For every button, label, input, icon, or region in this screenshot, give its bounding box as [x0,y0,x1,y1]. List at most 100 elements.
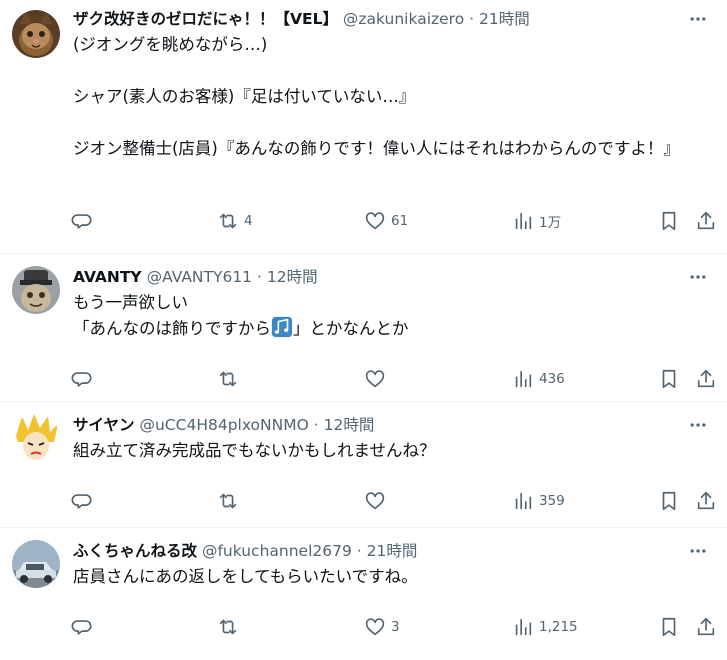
views-button[interactable]: 359 [512,489,565,513]
retweet-button[interactable] [217,367,239,391]
share-button[interactable] [695,615,717,639]
tweet-text: 店員さんにあの返しをしてもらいたいですね。 [73,567,418,586]
view-count: 359 [539,493,565,509]
reply-button[interactable] [71,615,93,639]
view-count: 1万 [539,215,562,231]
tweet-1[interactable]: ザク改好きのゼロだにゃ！！【VEL】 @zakunikaizero · 21時間… [0,0,727,254]
like-button[interactable] [364,367,386,391]
reply-button[interactable] [71,367,93,391]
tweet-text: もう一声欲しい 「あんなのは飾りですから 」とかなんとか [73,290,717,342]
reply-icon [71,214,92,229]
user-handle[interactable]: @uCC4H84plxoNNMO [139,416,308,434]
analytics-icon [515,618,532,636]
separator: · [356,542,362,560]
reply-icon [71,620,92,635]
bookmark-button[interactable] [658,367,680,391]
reply-icon [71,372,92,387]
bookmark-button[interactable] [658,489,680,513]
view-count: 436 [539,371,565,387]
view-count: 1,215 [539,619,578,635]
display-name[interactable]: AVANTY [73,268,142,286]
tweet-text: 組み立て済み完成品でもないかもしれませんね？ [73,441,436,460]
share-button[interactable] [695,209,717,233]
tweet-header: AVANTY @AVANTY611 · 12時間 [73,266,717,288]
bookmark-icon [662,211,676,231]
bookmark-button[interactable] [658,209,680,233]
cat-avatar-icon [12,10,60,58]
tweet-text: (ジオングを眺めながら…) シャア(素人のお客様)『足は付いていない…』 ジオン… [73,35,680,158]
separator: · [469,10,475,28]
bookmark-button[interactable] [658,615,680,639]
retweet-icon [219,619,237,635]
reply-icon [71,494,92,509]
like-button[interactable]: 61 [364,209,408,233]
heart-icon [365,492,385,510]
more-options-button[interactable] [685,540,711,562]
like-count: 61 [391,213,409,229]
bookmark-icon [662,491,676,511]
robot-avatar-icon [12,266,60,314]
more-icon [690,275,706,279]
tweet-text-segment: 」とかなんとか [293,319,409,338]
share-icon [697,617,715,636]
share-button[interactable] [695,367,717,391]
retweet-button[interactable]: 4 [217,209,253,233]
display-name[interactable]: サイヤン [73,416,135,434]
avatar[interactable] [12,540,60,588]
tweet-text-segment: 「あんなのは飾りですから [73,319,271,338]
views-button[interactable]: 1,215 [512,615,578,639]
musical-notes-icon [271,316,293,338]
tweet-actions: 3 1,215 [71,615,721,639]
bookmark-icon [662,369,676,389]
retweet-button[interactable] [217,615,239,639]
car-avatar-icon [12,540,60,588]
timestamp[interactable]: 21時間 [479,10,530,28]
retweet-count: 4 [244,213,253,229]
tweet-3[interactable]: サイヤン @uCC4H84plxoNNMO · 12時間 組み立て済み完成品でも… [0,402,727,528]
more-icon [690,423,706,427]
like-button[interactable]: 3 [364,615,400,639]
tweet-text-line: 「あんなのは飾りですから 」とかなんとか [73,316,717,342]
display-name[interactable]: ザク改好きのゼロだにゃ！！【VEL】 [73,10,338,28]
user-handle[interactable]: @zakunikaizero [343,10,464,28]
display-name[interactable]: ふくちゃんねる改 [73,542,197,560]
views-button[interactable]: 436 [512,367,565,391]
avatar[interactable] [12,266,60,314]
user-handle[interactable]: @AVANTY611 [147,268,252,286]
bookmark-icon [662,617,676,637]
tweet-actions: 359 [71,489,721,513]
retweet-icon [219,213,237,229]
tweet-2[interactable]: AVANTY @AVANTY611 · 12時間 もう一声欲しい 「あんなのは飾… [0,254,727,402]
anime-avatar-icon [12,414,60,462]
heart-icon [365,618,385,636]
avatar[interactable] [12,10,60,58]
avatar[interactable] [12,414,60,462]
separator: · [313,416,319,434]
like-button[interactable] [364,489,386,513]
tweet-header: サイヤン @uCC4H84plxoNNMO · 12時間 [73,414,717,436]
more-options-button[interactable] [685,8,711,30]
reply-button[interactable] [71,489,93,513]
heart-icon [365,370,385,388]
share-icon [697,211,715,230]
more-icon [690,17,706,21]
reply-button[interactable] [71,209,93,233]
like-count: 3 [391,619,400,635]
more-options-button[interactable] [685,414,711,436]
timestamp[interactable]: 12時間 [267,268,318,286]
more-options-button[interactable] [685,266,711,288]
tweet-4[interactable]: ふくちゃんねる改 @fukuchannel2679 · 21時間 店員さんにあの… [0,528,727,660]
views-button[interactable]: 1万 [512,209,561,233]
tweet-actions: 4 61 1万 [71,209,721,233]
share-button[interactable] [695,489,717,513]
timestamp[interactable]: 21時間 [367,542,418,560]
tweet-header: ふくちゃんねる改 @fukuchannel2679 · 21時間 [73,540,717,562]
tweet-text-line: もう一声欲しい [73,293,189,312]
timestamp[interactable]: 12時間 [324,416,375,434]
tweet-actions: 436 [71,367,721,391]
analytics-icon [515,492,532,510]
retweet-button[interactable] [217,489,239,513]
retweet-icon [219,493,237,509]
user-handle[interactable]: @fukuchannel2679 [202,542,352,560]
separator: · [256,268,262,286]
